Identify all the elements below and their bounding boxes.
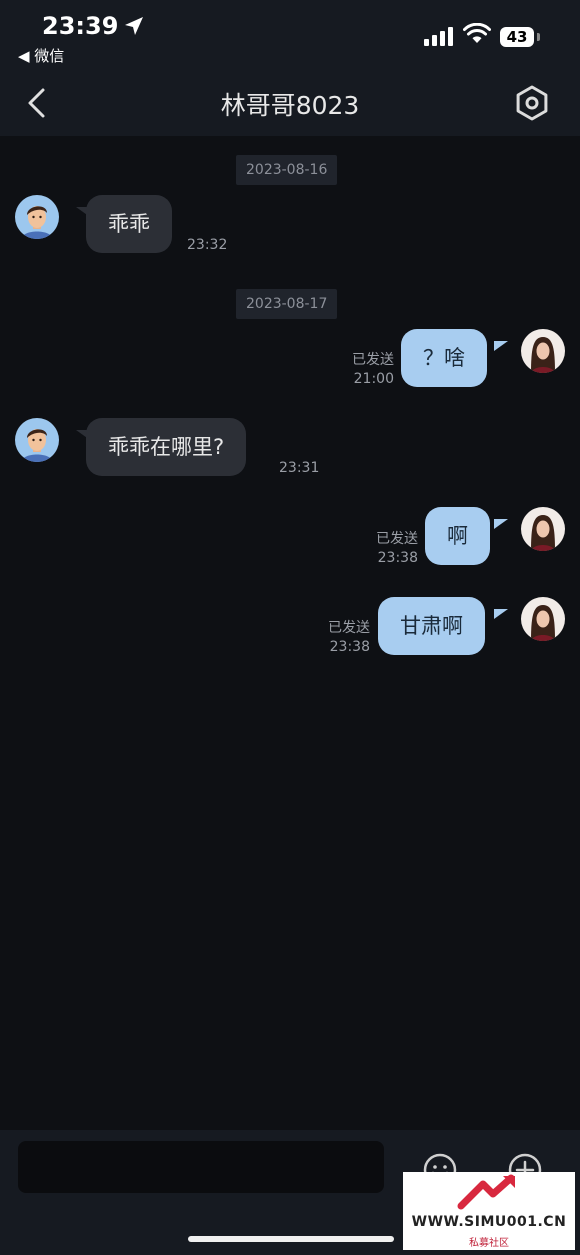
location-arrow-icon [125,17,143,35]
status-time: 23:39 [42,12,119,40]
bubble-tail [494,519,508,529]
bubble-tail [494,341,508,351]
sent-status-label: 已发送 [376,531,418,547]
watermark-subtitle: 私募社区 [469,1238,509,1249]
outgoing-message-bubble[interactable]: 啊 [425,507,490,565]
chat-title: 林哥哥8023 [220,91,360,120]
message-time: 21:00 [353,371,394,387]
outgoing-message-bubble[interactable]: ？啥 [401,329,487,387]
my-avatar[interactable] [521,507,565,551]
woman-avatar-icon [521,329,565,373]
message-status: 已发送 23:38 [360,530,418,568]
battery-indicator: 43 [500,27,534,47]
sent-status-label: 已发送 [352,352,394,368]
woman-avatar-icon [521,507,565,551]
contact-avatar[interactable] [15,195,59,239]
man-avatar-icon [15,195,59,239]
bubble-tail [494,609,508,619]
watermark: WWW.SIMU001.CN 私募社区 [403,1172,575,1250]
date-divider: 2023-08-16 [236,155,338,185]
contact-avatar[interactable] [15,418,59,462]
message-time: 23:32 [187,237,228,253]
incoming-message-bubble[interactable]: 乖乖 [86,195,172,253]
wifi-icon [463,23,491,43]
man-avatar-icon [15,418,59,462]
incoming-message-bubble[interactable]: 乖乖在哪里? [86,418,247,476]
sent-status-label: 已发送 [328,620,370,636]
cellular-signal-icon [424,26,454,46]
outgoing-message-bubble[interactable]: 甘肃啊 [378,597,485,655]
message-status: 已发送 21:00 [336,351,394,389]
woman-avatar-icon [521,597,565,641]
date-divider: 2023-08-17 [236,289,338,319]
watermark-site: WWW.SIMU001.CN [411,1214,567,1230]
back-to-wechat-link[interactable]: ◀ 微信 [18,45,64,66]
battery-tip [537,33,540,41]
message-input[interactable] [18,1141,384,1193]
my-avatar[interactable] [521,597,565,641]
message-time: 23:38 [377,550,418,566]
watermark-logo-icon [457,1174,515,1210]
my-avatar[interactable] [521,329,565,373]
message-time: 23:31 [279,460,320,476]
settings-gear-icon[interactable] [514,85,550,121]
message-time: 23:38 [329,639,370,655]
message-status: 已发送 23:38 [312,619,370,657]
home-indicator [188,1236,394,1242]
